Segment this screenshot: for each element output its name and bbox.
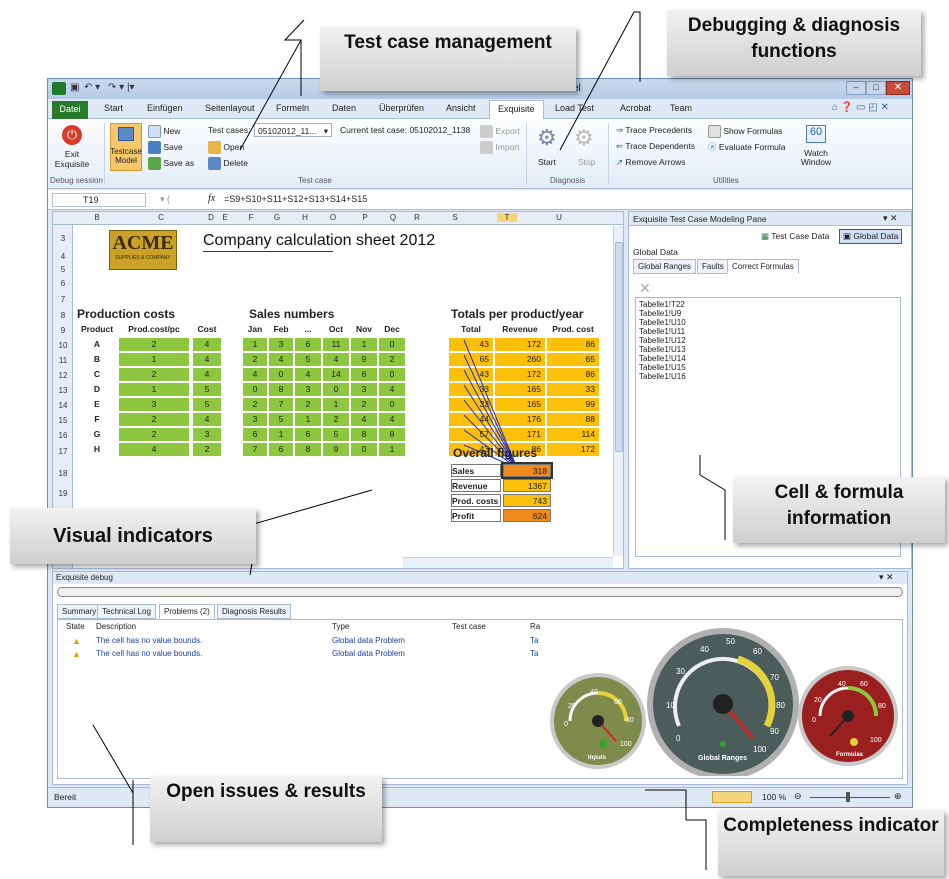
callout-debugging: Debugging & diagnosis functions (667, 10, 921, 76)
callout-visual-indicators: Visual indicators (10, 508, 256, 564)
callout-test-case-management: Test case management (320, 27, 576, 91)
callout-open-issues: Open issues & results (150, 776, 382, 842)
callout-completeness: Completeness indicator (718, 810, 944, 876)
callout-cell-formula: Cell & formula information (733, 477, 945, 543)
callout-lines (92, 11, 726, 870)
